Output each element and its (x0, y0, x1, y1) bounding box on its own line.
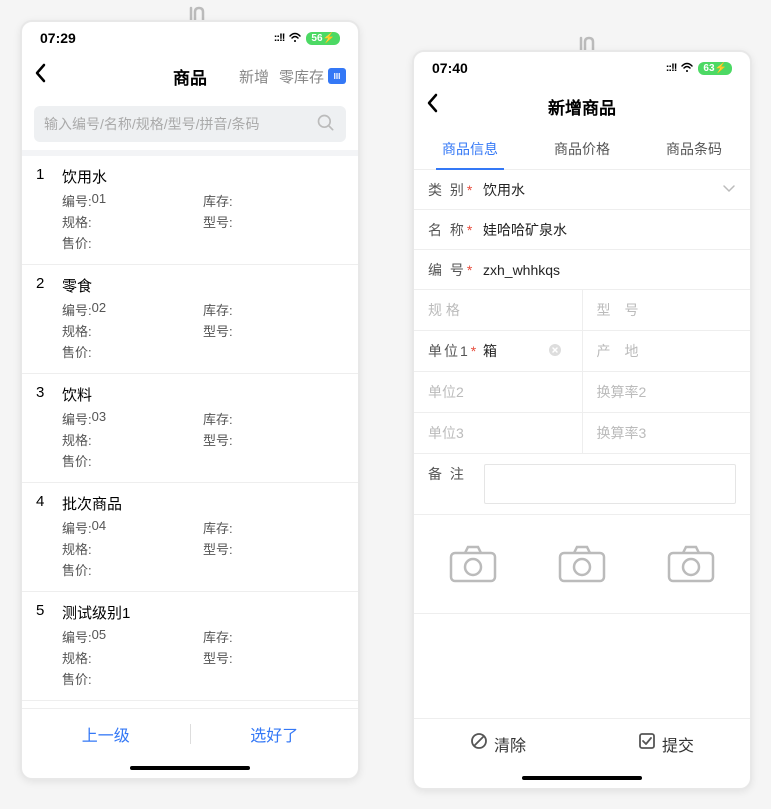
rate3-input[interactable]: 换算率3 (582, 413, 751, 453)
filter-icon: III (328, 68, 346, 84)
item-index: 1 (36, 166, 50, 187)
phone-screen-list: 07:29 ::!! 56⚡ 商品 新增 零库存 III 输入编号/名称/规格/… (20, 20, 360, 780)
tab[interactable]: 商品条码 (638, 128, 750, 169)
product-list: 1饮用水编号:01库存:规格:型号:售价:2零食编号:02库存:规格:型号:售价… (22, 156, 358, 708)
back-button[interactable] (426, 93, 450, 119)
status-indicators: ::!! 63⚡ (666, 61, 732, 76)
list-item[interactable]: 4批次商品编号:04库存:规格:型号:售价: (22, 483, 358, 592)
forbid-icon (470, 732, 488, 755)
unit2-input[interactable]: 单位2 (414, 372, 582, 412)
chevron-down-icon (722, 181, 736, 199)
signal-icon: ::!! (666, 62, 677, 74)
item-index: 2 (36, 275, 50, 296)
back-button[interactable] (34, 63, 58, 89)
unit1-input[interactable]: 单位1* 箱 (414, 331, 582, 371)
category-row[interactable]: 类 别* 饮用水 (414, 170, 750, 210)
home-indicator (22, 758, 358, 778)
battery-indicator: 63⚡ (698, 62, 732, 75)
status-bar: 07:40 ::!! 63⚡ (414, 52, 750, 84)
search-input[interactable]: 输入编号/名称/规格/型号/拼音/条码 (34, 106, 346, 142)
tab[interactable]: 商品信息 (414, 128, 526, 169)
done-button[interactable]: 选好了 (191, 722, 359, 746)
wifi-icon (288, 31, 302, 46)
navbar: 新增商品 (414, 84, 750, 128)
list-item[interactable]: 3饮料编号:03库存:规格:型号:售价: (22, 374, 358, 483)
item-name: 测试级别1 (62, 602, 130, 623)
bottom-bar: 清除 提交 (414, 718, 750, 768)
code-value: zxh_whhkqs (483, 262, 736, 278)
submit-button[interactable]: 提交 (582, 732, 750, 756)
clear-button[interactable]: 清除 (414, 732, 582, 756)
search-placeholder: 输入编号/名称/规格/型号/拼音/条码 (44, 114, 259, 134)
name-value: 娃哈哈矿泉水 (483, 220, 736, 240)
unit3-input[interactable]: 单位3 (414, 413, 582, 453)
item-index: 3 (36, 384, 50, 405)
tabs: 商品信息商品价格商品条码 (414, 128, 750, 170)
signal-icon: ::!! (274, 32, 285, 44)
page-title: 新增商品 (548, 94, 616, 119)
phone-screen-form: 07:40 ::!! 63⚡ 新增商品 商品信息商品价格商品条码 类 别* 饮用… (412, 50, 752, 790)
bottom-bar: 上一级 选好了 (22, 708, 358, 758)
list-item[interactable]: 1饮用水编号:01库存:规格:型号:售价: (22, 156, 358, 265)
navbar: 商品 新增 零库存 III (22, 54, 358, 98)
remark-row: 备 注 (414, 454, 750, 515)
check-icon (638, 732, 656, 755)
form: 类 别* 饮用水 名 称* 娃哈哈矿泉水 编 号* zxh_whhkqs 规 格… (414, 170, 750, 718)
status-time: 07:29 (40, 30, 76, 46)
name-row[interactable]: 名 称* 娃哈哈矿泉水 (414, 210, 750, 250)
item-name: 零食 (62, 275, 92, 296)
list-item[interactable]: 5测试级别1编号:05库存:规格:型号:售价: (22, 592, 358, 701)
code-row[interactable]: 编 号* zxh_whhkqs (414, 250, 750, 290)
status-time: 07:40 (432, 60, 468, 76)
tab[interactable]: 商品价格 (526, 128, 638, 169)
photo-row (414, 515, 750, 614)
item-name: 批次商品 (62, 493, 122, 514)
spec-input[interactable]: 规 格 (414, 290, 582, 330)
zero-stock-action[interactable]: 零库存 III (279, 66, 346, 87)
photo-slot-2[interactable] (554, 541, 610, 587)
item-name: 饮料 (62, 384, 92, 405)
clear-icon[interactable] (548, 343, 562, 360)
item-index: 4 (36, 493, 50, 514)
photo-slot-1[interactable] (445, 541, 501, 587)
list-item[interactable]: 2零食编号:02库存:规格:型号:售价: (22, 265, 358, 374)
rate2-input[interactable]: 换算率2 (582, 372, 751, 412)
remark-input[interactable] (484, 464, 736, 504)
status-indicators: ::!! 56⚡ (274, 31, 340, 46)
wifi-icon (680, 61, 694, 76)
search-icon (316, 113, 336, 136)
home-indicator (414, 768, 750, 788)
category-value: 饮用水 (483, 180, 722, 200)
model-input[interactable]: 型 号 (582, 290, 751, 330)
origin-input[interactable]: 产 地 (582, 331, 751, 371)
item-index: 5 (36, 602, 50, 623)
photo-slot-3[interactable] (663, 541, 719, 587)
add-action[interactable]: 新增 (239, 66, 269, 87)
page-title: 商品 (173, 64, 207, 89)
status-bar: 07:29 ::!! 56⚡ (22, 22, 358, 54)
battery-indicator: 56⚡ (306, 32, 340, 45)
prev-level-button[interactable]: 上一级 (22, 722, 190, 746)
item-name: 饮用水 (62, 166, 107, 187)
